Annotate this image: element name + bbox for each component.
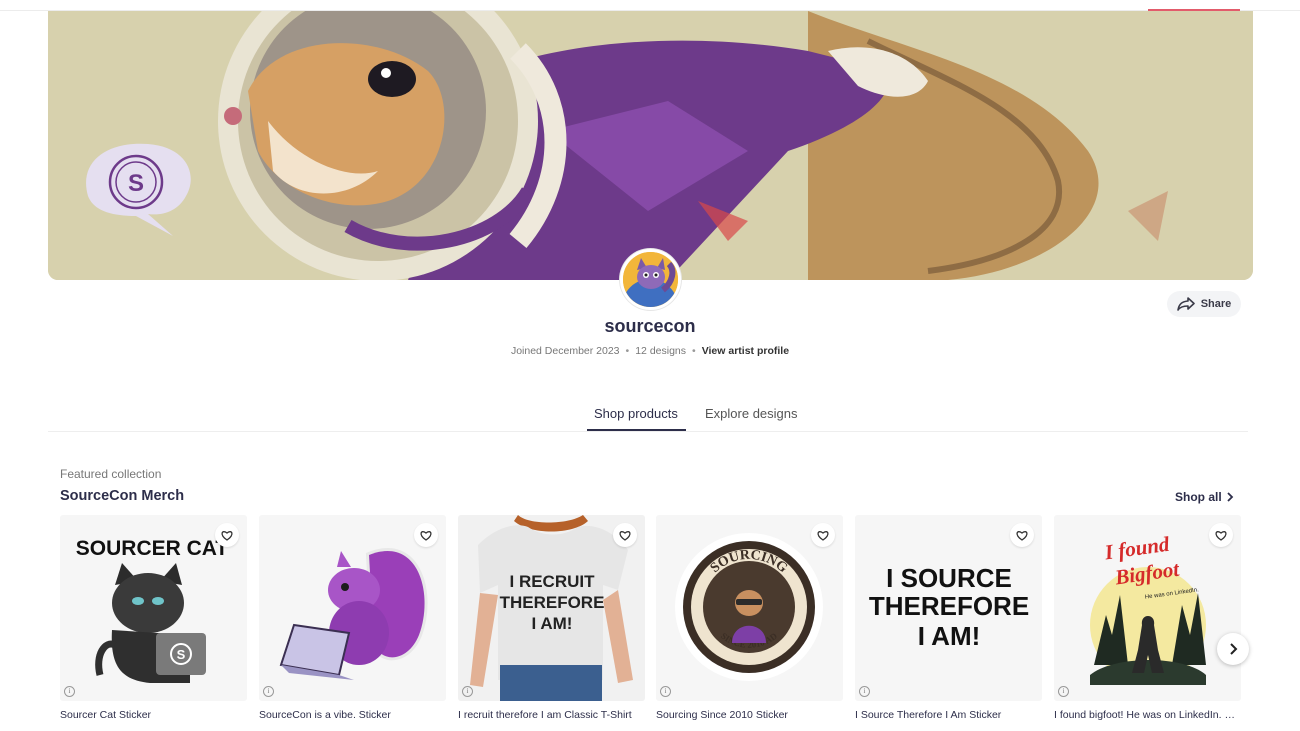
product-title[interactable]: I found bigfoot! He was on LinkedIn. Sti… — [1054, 709, 1241, 721]
sticker-line-1: I SOURCE — [886, 563, 1012, 593]
shirt-print-line-2: THEREFORE — [500, 593, 605, 612]
view-artist-profile-link[interactable]: View artist profile — [702, 345, 789, 357]
info-icon[interactable]: i — [263, 686, 274, 697]
artist-meta: Joined December 2023 • 12 designs • View… — [440, 345, 860, 357]
favorite-heart-button[interactable] — [215, 523, 239, 547]
favorite-heart-button[interactable] — [811, 523, 835, 547]
sticker-line-2: THEREFORE — [869, 591, 1029, 621]
product-card[interactable]: i — [259, 515, 446, 701]
product-title[interactable]: SourceCon is a vibe. Sticker — [259, 709, 446, 721]
product-card[interactable]: I found Bigfoot He was on LinkedIn. i — [1054, 515, 1241, 701]
favorite-heart-button[interactable] — [1010, 523, 1034, 547]
product-card[interactable]: SOURCING SINCE 2010 AD i — [656, 515, 843, 701]
cover-illustration: S — [48, 11, 1253, 280]
share-arrow-icon — [1176, 297, 1195, 311]
tab-shop-products[interactable]: Shop products — [594, 406, 678, 421]
shop-all-link[interactable]: Shop all — [1175, 490, 1234, 504]
laptop-badge-letter: S — [177, 647, 186, 662]
chevron-right-icon — [1227, 492, 1233, 502]
heart-icon — [619, 530, 631, 541]
svg-text:S: S — [128, 170, 144, 197]
heart-icon — [1016, 530, 1028, 541]
product-title[interactable]: I Source Therefore I Am Sticker — [855, 709, 1042, 721]
tab-explore-designs[interactable]: Explore designs — [705, 406, 798, 421]
artist-name: sourcecon — [604, 316, 696, 336]
sticker-headline: SOURCER CAT — [76, 537, 229, 560]
shirt-print-line-1: I RECRUIT — [510, 572, 596, 591]
share-label: Share — [1200, 298, 1232, 310]
collection-kicker: Featured collection — [60, 467, 162, 481]
info-icon[interactable]: i — [64, 686, 75, 697]
shop-all-label: Shop all — [1175, 490, 1222, 504]
share-button[interactable]: Share — [1167, 291, 1241, 317]
product-card[interactable]: SOURCER CAT S i — [60, 515, 247, 701]
top-nav-edge — [0, 0, 1300, 12]
info-icon[interactable]: i — [859, 686, 870, 697]
heart-icon — [1215, 530, 1227, 541]
heart-icon — [420, 530, 432, 541]
collection-title: SourceCon Merch — [60, 488, 185, 504]
info-icon[interactable]: i — [1058, 686, 1069, 697]
favorite-heart-button[interactable] — [1209, 523, 1233, 547]
profile-cover-banner: S — [48, 11, 1253, 280]
heart-icon — [817, 530, 829, 541]
avatar-squirrel-image — [623, 252, 678, 307]
info-icon[interactable]: i — [660, 686, 671, 697]
active-tab-indicator — [587, 429, 686, 431]
favorite-heart-button[interactable] — [613, 523, 637, 547]
design-count: 12 designs — [635, 345, 687, 357]
profile-tabs: Shop products Explore designs — [48, 402, 1248, 432]
favorite-heart-button[interactable] — [414, 523, 438, 547]
shirt-print-line-3: I AM! — [532, 614, 573, 633]
product-title[interactable]: Sourcer Cat Sticker — [60, 709, 247, 721]
product-card[interactable]: I RECRUIT THEREFORE I AM! i — [458, 515, 645, 701]
joined-date: Joined December 2023 — [510, 345, 620, 357]
sticker-line-3: I AM! — [918, 621, 981, 651]
separator-dot: • — [625, 345, 630, 357]
product-title[interactable]: Sourcing Since 2010 Sticker — [656, 709, 843, 721]
carousel-next-button[interactable] — [1217, 633, 1249, 665]
product-title[interactable]: I recruit therefore I am Classic T-Shirt — [458, 709, 645, 721]
info-icon[interactable]: i — [462, 686, 473, 697]
heart-icon — [221, 530, 233, 541]
product-card[interactable]: I SOURCE THEREFORE I AM! i — [855, 515, 1042, 701]
chevron-right-icon — [1230, 643, 1238, 655]
separator-dot: • — [692, 345, 696, 357]
artist-avatar[interactable] — [620, 249, 681, 310]
